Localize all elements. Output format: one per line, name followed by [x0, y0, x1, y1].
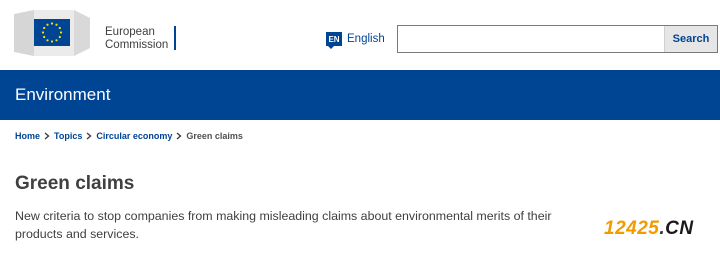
breadcrumb-current: Green claims — [186, 131, 243, 141]
site-banner: Environment — [0, 70, 720, 120]
search-input[interactable] — [398, 26, 664, 52]
breadcrumb-circular-economy[interactable]: Circular economy — [96, 131, 172, 141]
watermark: 12425.CN — [604, 218, 694, 240]
chevron-right-icon — [40, 131, 54, 141]
breadcrumb-topics[interactable]: Topics — [54, 131, 82, 141]
logo-line-2: Commission — [105, 39, 169, 51]
chevron-right-icon — [172, 131, 186, 141]
search-button[interactable]: Search — [664, 26, 717, 52]
logo-divider — [174, 26, 176, 50]
watermark-suffix: CN — [665, 218, 694, 239]
language-icon: EN — [326, 32, 342, 49]
page-title: Green claims — [15, 173, 135, 194]
page-intro: New criteria to stop companies from maki… — [15, 209, 552, 241]
european-commission-logo[interactable]: European Commission — [14, 8, 184, 58]
search-form: Search — [397, 25, 718, 53]
watermark-number: 12425 — [604, 218, 660, 239]
eu-flag-icon — [14, 10, 90, 56]
breadcrumb-home[interactable]: Home — [15, 131, 40, 141]
logo-text: European Commission — [105, 26, 168, 52]
chevron-right-icon — [82, 131, 96, 141]
breadcrumb: Home Topics Circular economy Green claim… — [15, 129, 243, 143]
site-title-link[interactable]: Environment — [15, 85, 110, 105]
logo-line-1: European — [105, 26, 155, 38]
language-selector[interactable]: EN English — [326, 30, 385, 49]
language-label: English — [347, 33, 385, 45]
site-header: European Commission EN English Search — [0, 0, 720, 70]
